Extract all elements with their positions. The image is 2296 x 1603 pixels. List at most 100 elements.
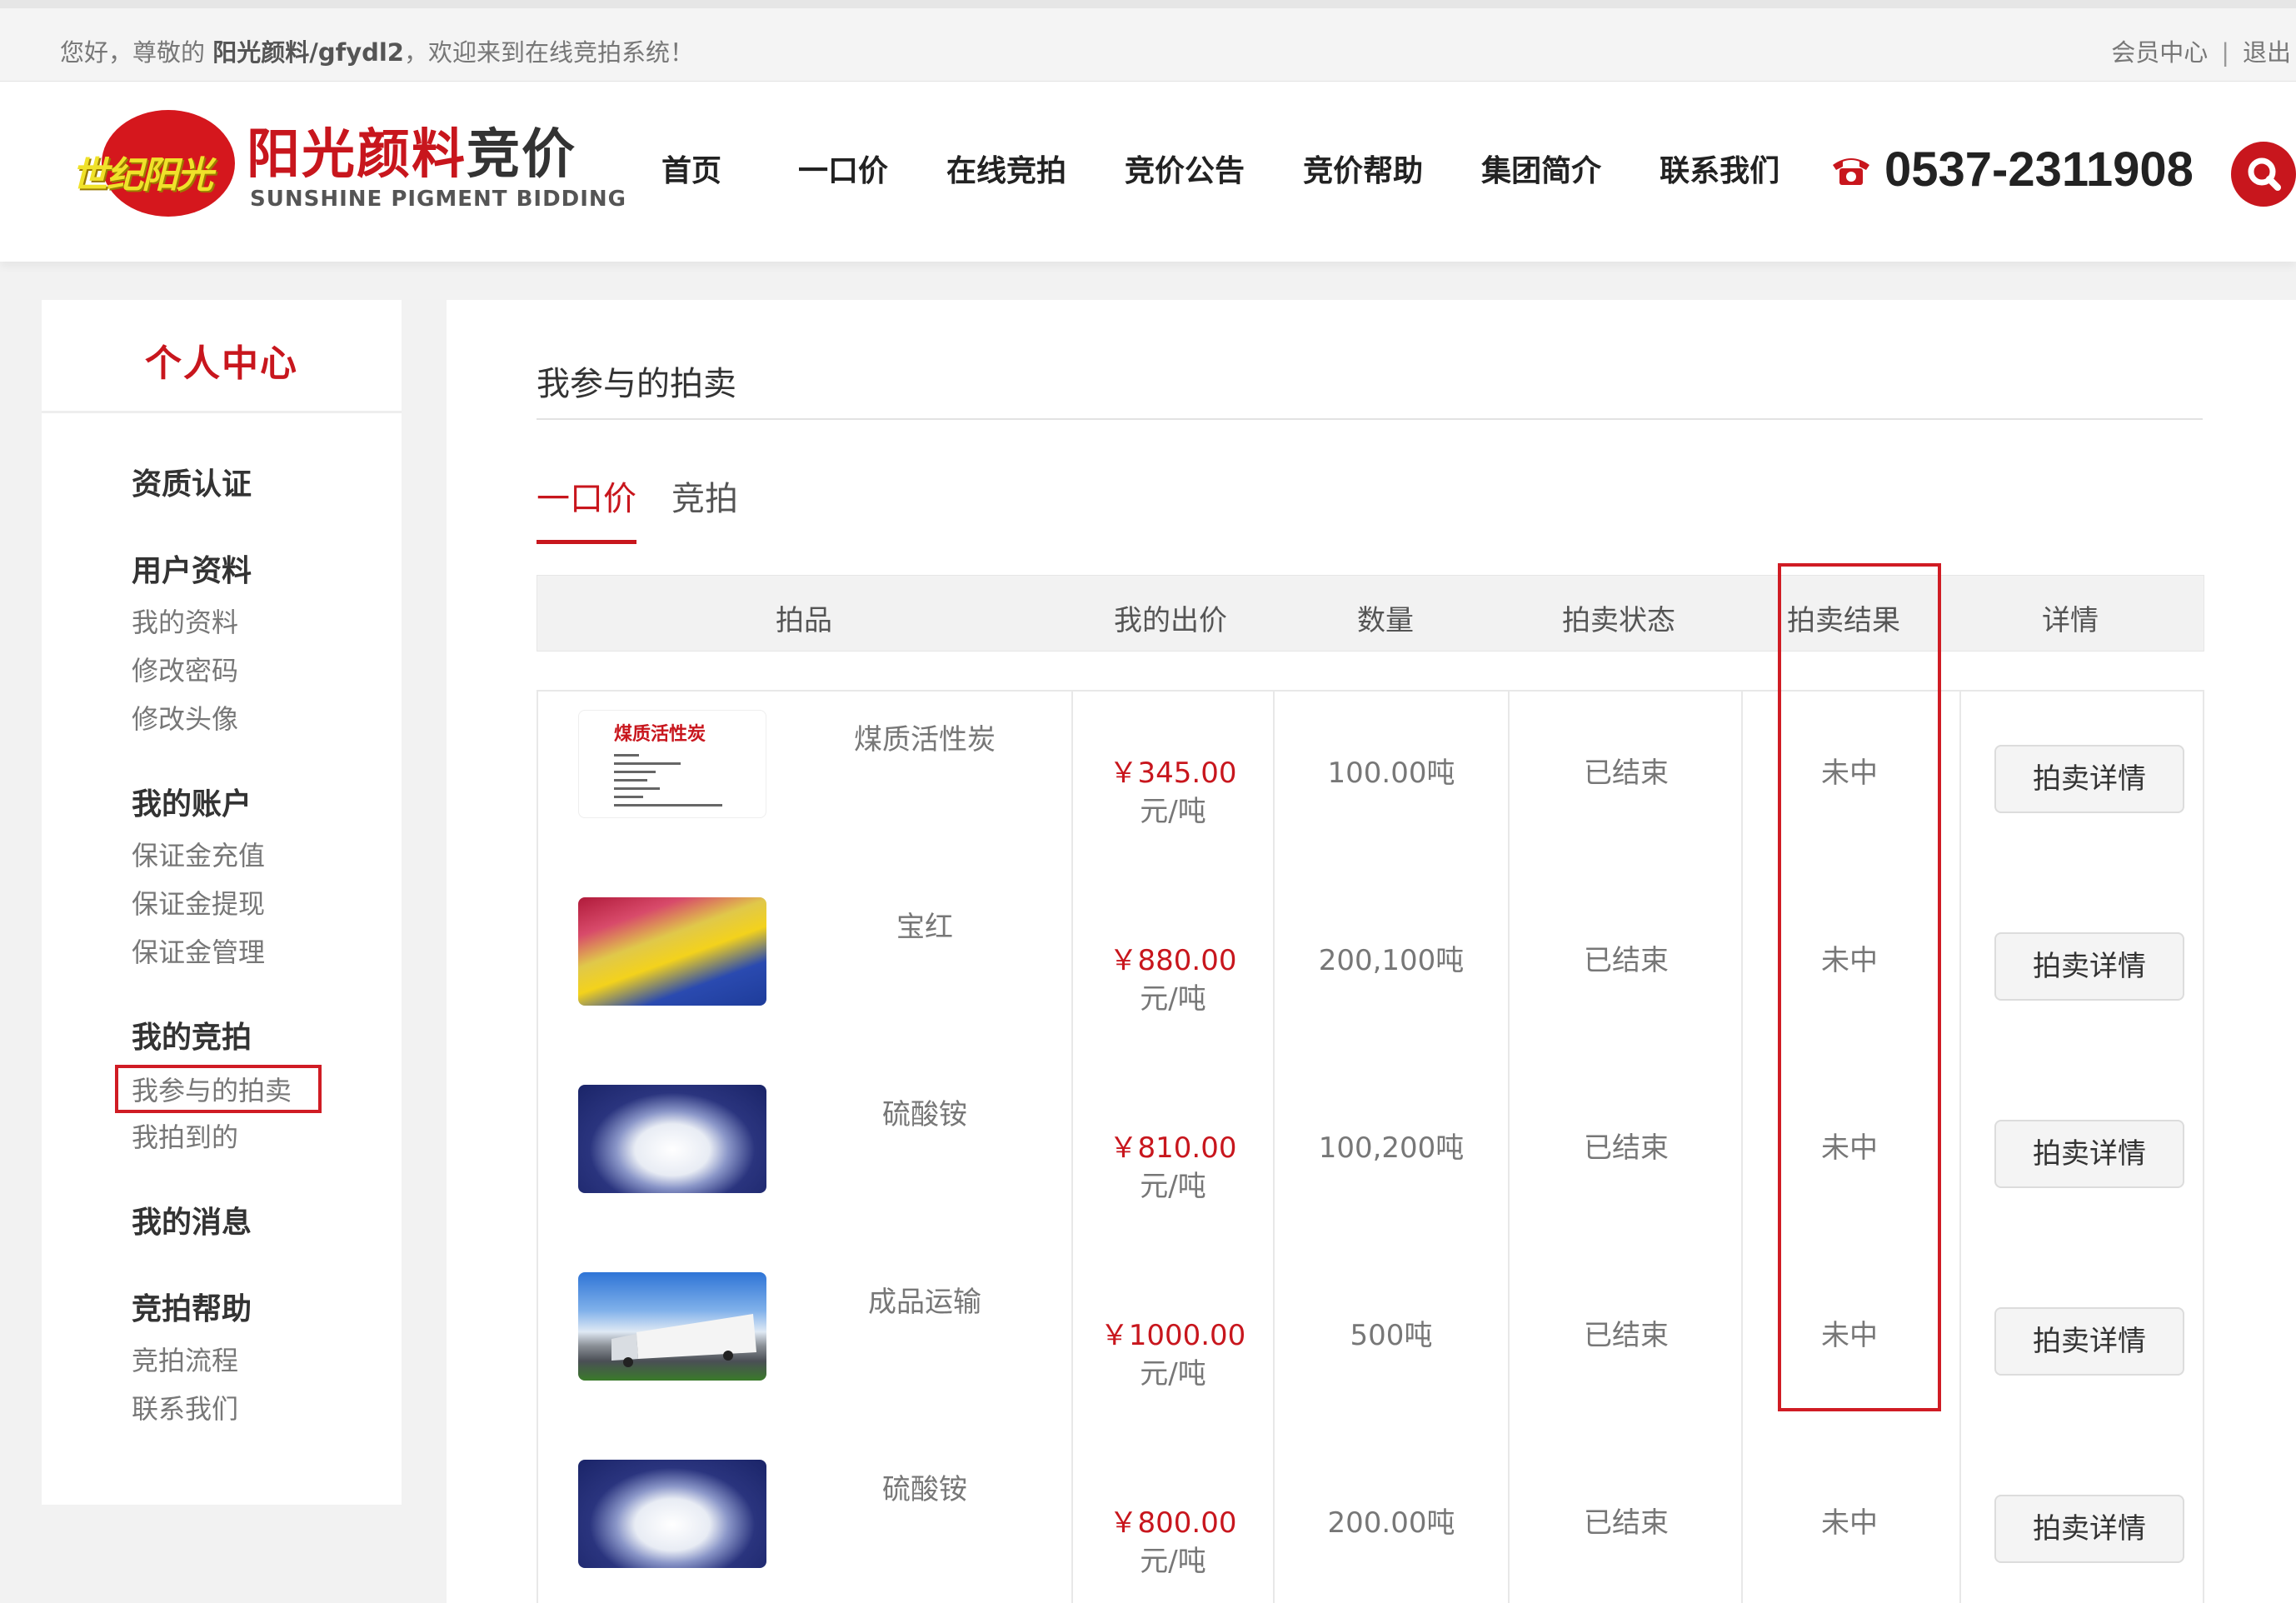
sidebar-group-my-bidding: 我的竞拍	[132, 1021, 252, 1055]
price-unit: 元/吨	[1140, 1545, 1206, 1578]
logout-link[interactable]: 退出	[2243, 38, 2291, 67]
top-welcome-bar: 您好，尊敬的 阳光颜料/gfydl2，欢迎来到在线竞拍系统！ 会员中心 | 退出	[0, 0, 2296, 82]
bid-price: ￥345.00	[1109, 757, 1237, 790]
sidebar-item-my-profile[interactable]: 我的资料	[132, 602, 238, 640]
phone-block: 0537-2311908	[1829, 142, 2194, 197]
member-center-link[interactable]: 会员中心	[2111, 38, 2208, 67]
sidebar-item-bidding-process[interactable]: 竞拍流程	[132, 1340, 238, 1378]
logo-script-text: 世纪阳光	[72, 154, 213, 197]
logo-cn-name: 阳光颜料	[247, 124, 467, 186]
sidebar-title: 个人中心	[42, 300, 402, 413]
nav-fixed-price[interactable]: 一口价	[798, 147, 888, 190]
nav-group-intro[interactable]: 集团简介	[1481, 147, 1601, 190]
tab-bidding[interactable]: 竞拍	[671, 472, 738, 540]
sidebar-group-my-account: 我的账户	[132, 787, 252, 821]
auction-status: 已结束	[1584, 1506, 1669, 1540]
auction-result: 未中	[1821, 1506, 1878, 1540]
logo-english-name: SUNSHINE PIGMENT BIDDING	[250, 187, 627, 212]
sidebar-item-contact-us[interactable]: 联系我们	[132, 1388, 238, 1426]
phone-number: 0537-2311908	[1884, 142, 2194, 197]
page-title: 我参与的拍卖	[537, 365, 736, 403]
auction-status: 已结束	[1584, 1319, 1669, 1352]
result-column-highlight	[1778, 563, 1941, 1411]
product-name[interactable]: 宝红	[896, 904, 953, 945]
welcome-message: 您好，尊敬的 阳光颜料/gfydl2，欢迎来到在线竞拍系统！	[60, 33, 694, 68]
welcome-suffix: ，欢迎来到在线竞拍系统！	[403, 38, 694, 67]
table-row: 硫酸铵 ￥810.00 元/吨 100,200吨 已结束 未中 拍卖详情	[538, 1066, 2206, 1254]
nav-contact-us[interactable]: 联系我们	[1660, 147, 1779, 190]
truck-shape	[611, 1314, 756, 1367]
price-unit: 元/吨	[1140, 795, 1206, 828]
table-row: 宝红 ￥880.00 元/吨 200,100吨 已结束 未中 拍卖详情	[538, 879, 2206, 1066]
auction-detail-button[interactable]: 拍卖详情	[1994, 1307, 2184, 1376]
main-content: 我参与的拍卖 一口价 竞拍 拍品 我的出价 数量 拍卖状态 拍卖结果 详情 煤质活…	[447, 300, 2296, 1603]
title-divider	[537, 418, 2203, 420]
product-name[interactable]: 成品运输	[868, 1279, 981, 1320]
price-unit: 元/吨	[1140, 1170, 1206, 1203]
auction-detail-button[interactable]: 拍卖详情	[1994, 1495, 2184, 1563]
top-links: 会员中心 | 退出	[2111, 33, 2291, 68]
col-auction-status: 拍卖状态	[1562, 604, 1675, 637]
product-name[interactable]: 硫酸铵	[882, 1091, 967, 1132]
quantity: 100,200吨	[1318, 1131, 1465, 1165]
site-header: 世纪阳光 阳光颜料竞价 SUNSHINE PIGMENT BIDDING 首页 一…	[0, 82, 2296, 262]
quantity: 200.00吨	[1327, 1506, 1455, 1540]
product-name[interactable]: 煤质活性炭	[854, 717, 996, 757]
auction-detail-button[interactable]: 拍卖详情	[1994, 932, 2184, 1001]
bid-price: ￥1000.00	[1100, 1319, 1246, 1352]
auction-detail-button[interactable]: 拍卖详情	[1994, 745, 2184, 813]
sidebar-group-qualification[interactable]: 资质认证	[132, 460, 252, 503]
sidebar-item-deposit-withdraw[interactable]: 保证金提现	[132, 883, 265, 921]
username: 阳光颜料/gfydl2	[212, 38, 404, 67]
sidebar-item-deposit-recharge[interactable]: 保证金充值	[132, 835, 265, 873]
sidebar-group-bidding-help: 竞拍帮助	[132, 1292, 252, 1326]
table-row: 成品运输 ￥1000.00 元/吨 500吨 已结束 未中 拍卖详情	[538, 1254, 2206, 1441]
search-icon	[2248, 157, 2281, 191]
logo-cn-suffix: 竞价	[467, 124, 576, 186]
nav-bidding-help[interactable]: 竞价帮助	[1303, 147, 1423, 190]
product-thumbnail[interactable]	[578, 1460, 766, 1568]
price-unit: 元/吨	[1140, 982, 1206, 1016]
tab-fixed-price[interactable]: 一口价	[537, 472, 636, 544]
col-details: 详情	[2042, 604, 2099, 637]
sidebar-group-user-profile: 用户资料	[132, 554, 252, 588]
sidebar-item-change-password[interactable]: 修改密码	[132, 650, 238, 688]
nav-bidding-notice[interactable]: 竞价公告	[1125, 147, 1245, 190]
table-row: 煤质活性炭 煤质活性炭 ￥345.00 元/吨 100.00吨 已结束 未中 拍…	[538, 692, 2206, 879]
link-separator: |	[2221, 38, 2229, 67]
product-thumbnail[interactable]	[578, 897, 766, 1006]
product-thumbnail[interactable]: 煤质活性炭	[578, 710, 766, 818]
welcome-prefix: 您好，尊敬的	[60, 38, 206, 67]
quantity: 100.00吨	[1327, 757, 1455, 790]
product-thumbnail[interactable]	[578, 1085, 766, 1193]
sidebar-item-my-won[interactable]: 我拍到的	[132, 1116, 238, 1155]
quantity: 200,100吨	[1318, 944, 1465, 977]
auction-status: 已结束	[1584, 757, 1669, 790]
sidebar-item-change-avatar[interactable]: 修改头像	[132, 698, 238, 737]
personal-center-sidebar: 个人中心 资质认证 用户资料 我的资料 修改密码 修改头像 我的账户 保证金充值…	[42, 300, 402, 1505]
table-header: 拍品 我的出价 数量 拍卖状态 拍卖结果 详情	[537, 575, 2204, 652]
sidebar-item-deposit-manage[interactable]: 保证金管理	[132, 931, 265, 970]
search-button[interactable]	[2231, 142, 2296, 207]
quantity: 500吨	[1350, 1319, 1433, 1352]
sidebar-group-my-messages[interactable]: 我的消息	[132, 1198, 252, 1241]
bid-price: ￥800.00	[1109, 1506, 1237, 1540]
nav-home[interactable]: 首页	[661, 147, 721, 190]
col-item: 拍品	[776, 604, 832, 637]
auction-type-tabs: 一口价 竞拍	[537, 472, 773, 544]
product-name[interactable]: 硫酸铵	[882, 1466, 967, 1507]
price-unit: 元/吨	[1140, 1357, 1206, 1391]
auction-detail-button[interactable]: 拍卖详情	[1994, 1120, 2184, 1188]
nav-online-bidding[interactable]: 在线竞拍	[946, 147, 1066, 190]
carbon-label-text-lines	[614, 754, 722, 806]
bid-price: ￥880.00	[1109, 944, 1237, 977]
table-row: 硫酸铵 ￥800.00 元/吨 200.00吨 已结束 未中 拍卖详情	[538, 1441, 2206, 1603]
auction-status: 已结束	[1584, 1131, 1669, 1165]
phone-icon	[1833, 157, 1869, 185]
col-my-bid: 我的出价	[1114, 604, 1227, 637]
site-logo[interactable]: 世纪阳光 阳光颜料竞价 SUNSHINE PIGMENT BIDDING	[72, 110, 626, 235]
bid-price: ￥810.00	[1109, 1131, 1237, 1165]
sidebar-item-my-participated-auctions[interactable]: 我参与的拍卖	[115, 1065, 322, 1113]
auction-table-body: 煤质活性炭 煤质活性炭 ￥345.00 元/吨 100.00吨 已结束 未中 拍…	[537, 690, 2204, 1603]
product-thumbnail[interactable]	[578, 1272, 766, 1381]
